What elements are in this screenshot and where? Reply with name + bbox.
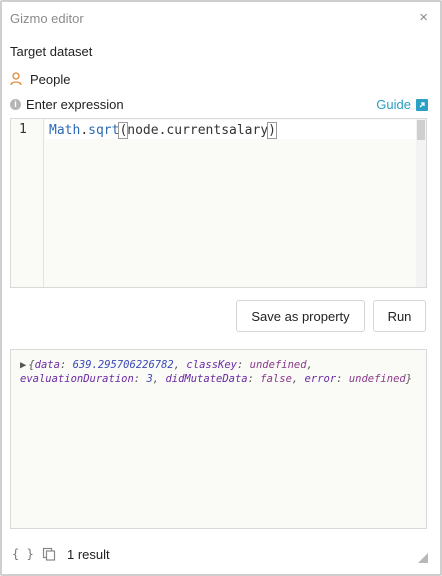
window-title: Gizmo editor [10,11,84,26]
expression-header: i Enter expression Guide [10,96,430,114]
footer-bar: { } 1 result [10,545,430,565]
code-argument: node.currentsalary [127,123,269,138]
expand-triangle-icon[interactable]: ▶ [20,359,26,371]
result-value-data: 639.295706226782 [72,359,174,371]
result-key-error: error [304,373,337,385]
result-value-classkey: undefined [249,359,307,371]
result-value-didmutatedata: false [260,373,292,385]
run-button[interactable]: Run [373,300,426,332]
close-button[interactable]: × [419,9,428,26]
editor-scrollbar[interactable] [416,119,426,287]
target-dataset[interactable]: People [10,70,70,88]
result-value-error: undefined [348,373,406,385]
result-object[interactable]: ▶ {data: 639.295706226782, classKey: unde… [20,358,418,386]
result-panel: ▶ {data: 639.295706226782, classKey: unde… [10,349,427,529]
gizmo-editor-window: Gizmo editor × Target dataset People i E… [0,0,442,576]
guide-label: Guide [376,97,411,112]
guide-link[interactable]: Guide [376,97,428,112]
target-dataset-label: Target dataset [10,44,93,59]
active-code-line[interactable]: Math.sqrt(node.currentsalary) [45,120,416,139]
external-link-icon [416,98,428,111]
result-key-data: data [34,359,60,371]
resize-handle-icon[interactable] [418,553,428,563]
text-caret [276,122,277,137]
dataset-name: People [30,71,71,87]
code-function: sqrt [88,123,120,138]
result-key-classkey: classKey [186,359,237,371]
result-count: 1 result [67,547,110,562]
person-icon [10,72,22,86]
code-object: Math [49,123,81,138]
copy-icon[interactable] [42,547,56,561]
title-bar: Gizmo editor × [2,2,440,34]
expression-editor[interactable]: 1 Math.sqrt(node.currentsalary) [10,118,427,288]
code-dot: . [80,123,89,138]
result-key-didmutatedata: didMutateData [165,373,248,385]
info-icon[interactable]: i [10,99,21,110]
line-number: 1 [19,122,27,137]
result-close-brace: } [405,373,413,385]
result-key-evaluationduration: evaluationDuration [20,373,134,385]
scrollbar-thumb[interactable] [417,120,425,140]
enter-expression-label: Enter expression [26,97,124,112]
save-as-property-button[interactable]: Save as property [236,300,365,332]
braces-icon[interactable]: { } [12,547,34,561]
line-number-gutter: 1 [11,119,44,287]
code-close-paren: ) [267,122,277,139]
code-text: Math.sqrt(node.currentsalary) [49,122,277,139]
